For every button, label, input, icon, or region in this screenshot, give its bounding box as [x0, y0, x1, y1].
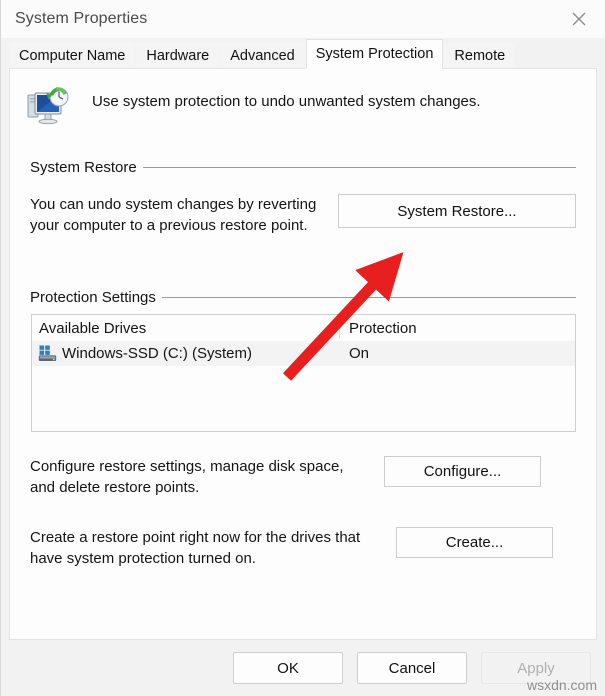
system-protection-icon [26, 85, 72, 129]
available-drives-table[interactable]: Available Drives Protection Windows-SSD … [31, 314, 576, 432]
table-header-row: Available Drives Protection [32, 315, 575, 341]
tab-label: Remote [454, 47, 506, 64]
ok-button[interactable]: OK [233, 652, 343, 684]
system-properties-dialog: System Properties Computer Name Hardware… [0, 0, 606, 696]
column-header-protection: Protection [349, 319, 417, 337]
group-header-protection-settings: Protection Settings [10, 289, 596, 306]
system-restore-row: You can undo system changes by reverting… [10, 194, 596, 236]
group-rule [142, 167, 576, 168]
panel-header-text: Use system protection to undo unwanted s… [92, 93, 481, 110]
table-row[interactable]: Windows-SSD (C:) (System) On [32, 341, 575, 366]
window-title: System Properties [15, 10, 148, 27]
drive-name: Windows-SSD (C:) (System) [62, 345, 253, 362]
system-protection-panel: Use system protection to undo unwanted s… [9, 68, 597, 640]
configure-button[interactable]: Configure... [384, 456, 541, 487]
dialog-footer: OK Cancel Apply [1, 640, 605, 696]
group-header-system-restore: System Restore [10, 159, 596, 176]
tab-hardware[interactable]: Hardware [136, 42, 220, 68]
tab-label: System Protection [315, 46, 434, 62]
tab-label: Hardware [146, 47, 210, 64]
tab-label: Advanced [230, 47, 295, 64]
watermark: wsxdn.com [526, 677, 597, 693]
tab-system-protection[interactable]: System Protection [305, 39, 444, 69]
system-restore-button[interactable]: System Restore... [338, 194, 576, 228]
create-row: Create a restore point right now for the… [10, 527, 596, 569]
tab-advanced[interactable]: Advanced [220, 42, 305, 68]
column-divider [339, 318, 340, 338]
protection-status: On [349, 345, 370, 362]
create-description: Create a restore point right now for the… [30, 529, 361, 567]
configure-row: Configure restore settings, manage disk … [10, 456, 596, 498]
tab-computer-name[interactable]: Computer Name [9, 42, 136, 68]
group-rule [161, 297, 576, 298]
title-bar: System Properties [1, 0, 605, 38]
group-label: System Restore [30, 159, 137, 176]
column-header-available-drives: Available Drives [39, 319, 147, 337]
cancel-button[interactable]: Cancel [357, 652, 467, 684]
tab-remote[interactable]: Remote [444, 42, 516, 68]
windows-drive-icon [38, 345, 57, 362]
close-icon[interactable] [553, 0, 605, 38]
drive-cell: Windows-SSD (C:) (System) [32, 345, 339, 362]
system-restore-description: You can undo system changes by reverting… [30, 196, 317, 234]
group-label: Protection Settings [30, 289, 156, 306]
create-button[interactable]: Create... [396, 527, 553, 558]
tab-label: Computer Name [19, 47, 126, 64]
tab-strip: Computer Name Hardware Advanced System P… [1, 38, 605, 69]
panel-header: Use system protection to undo unwanted s… [10, 69, 596, 129]
configure-description: Configure restore settings, manage disk … [30, 458, 344, 496]
